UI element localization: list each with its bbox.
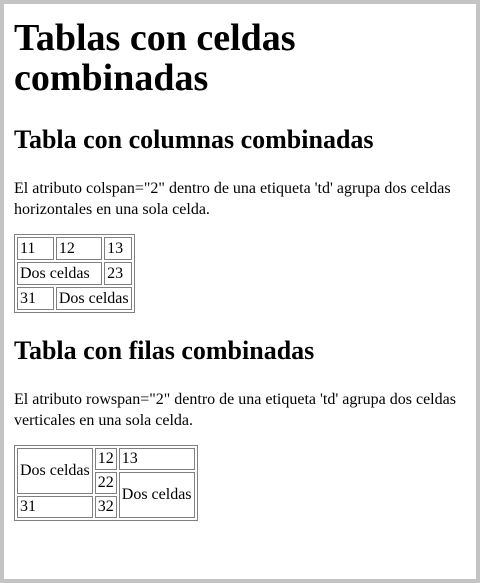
table-cell: 32	[94, 496, 117, 518]
merged-cell: Dos celdas	[17, 262, 103, 285]
table-row: 31 Dos celdas	[17, 287, 132, 310]
table-cell: 31	[17, 287, 54, 310]
rowspan-section-heading: Tabla con filas combinadas	[14, 336, 315, 365]
rowspan-table: Dos celdas 12 13 22 Dos celdas 31 32	[14, 445, 198, 521]
page-content: Tablas con celdas combinadas Tabla con c…	[4, 18, 476, 521]
merged-cell: Dos celdas	[55, 287, 132, 310]
table-cell: 13	[104, 237, 132, 260]
merged-cell: Dos celdas	[118, 472, 195, 518]
colspan-section-heading: Tabla con columnas combinadas	[14, 125, 374, 154]
colspan-table: 11 12 13 Dos celdas 23 31 Dos celdas	[14, 234, 135, 313]
table-cell: 23	[104, 262, 132, 285]
page-title: Tablas con celdas combinadas	[14, 17, 296, 99]
table-cell: 12	[94, 448, 117, 470]
table-row: Dos celdas 12 13	[17, 448, 195, 494]
table-cell: 31	[17, 496, 93, 518]
table-cell: 12	[55, 237, 103, 260]
table-cell: 13	[118, 448, 195, 470]
colspan-description: El atributo colspan="2" dentro de una et…	[14, 180, 451, 218]
table-cell: 11	[17, 237, 54, 260]
table-row: 11 12 13	[17, 237, 132, 260]
table-row: Dos celdas 23	[17, 262, 132, 285]
table-cell: 22	[94, 472, 117, 494]
rowspan-description: El atributo rowspan="2" dentro de una et…	[14, 391, 456, 429]
merged-cell: Dos celdas	[17, 448, 93, 494]
